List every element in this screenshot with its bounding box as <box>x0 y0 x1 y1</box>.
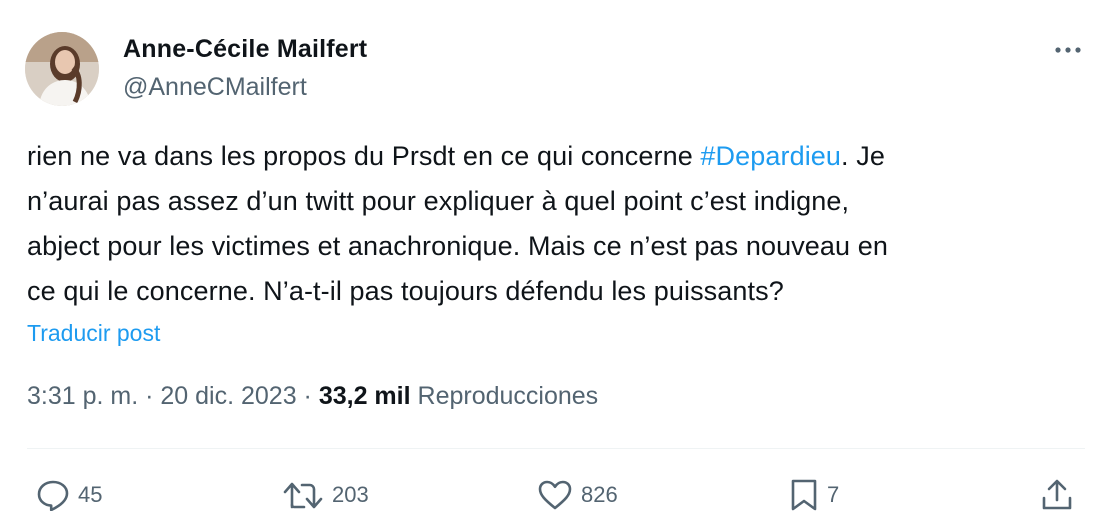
reply-button[interactable]: 45 <box>36 476 102 514</box>
tweet-date[interactable]: 20 dic. 2023 <box>160 382 296 410</box>
tweet-time[interactable]: 3:31 p. m. <box>27 382 138 410</box>
like-count: 826 <box>581 482 618 507</box>
avatar-image <box>25 32 99 106</box>
like-button[interactable]: 826 <box>537 476 618 514</box>
tweet-text: rien ne va dans les propos du Prsdt en c… <box>27 134 1087 314</box>
views-label: Reproducciones <box>417 382 599 410</box>
hashtag-link[interactable]: #Depardieu <box>700 141 841 171</box>
more-options-button[interactable] <box>1048 36 1088 64</box>
repost-button[interactable]: 203 <box>282 476 369 514</box>
more-dots-icon <box>1055 47 1081 53</box>
tweet-line: abject pour les victimes et anachronique… <box>27 231 888 261</box>
share-icon <box>1040 478 1074 512</box>
bookmark-icon <box>789 478 819 512</box>
meta-separator: · <box>296 382 319 410</box>
bookmark-button[interactable]: 7 <box>789 476 839 514</box>
tweet-line: rien ne va dans les propos du Prsdt en c… <box>27 134 1087 179</box>
author-handle[interactable]: @AnneCMailfert <box>123 73 307 102</box>
reply-count: 45 <box>78 482 103 507</box>
meta-separator: · <box>138 382 161 410</box>
repost-count: 203 <box>332 482 369 507</box>
bookmark-count: 7 <box>827 482 840 507</box>
tweet-meta: 3:31 p. m. · 20 dic. 2023 · 33,2 mil Rep… <box>27 382 598 411</box>
tweet-text-segment: rien ne va dans les propos du Prsdt en c… <box>27 141 701 171</box>
reply-icon <box>36 479 70 511</box>
heart-icon <box>537 479 573 511</box>
tweet-line: ce qui le concerne. N’a-t-il pas toujour… <box>27 276 784 306</box>
author-name[interactable]: Anne-Cécile Mailfert <box>123 35 367 64</box>
translate-post-link[interactable]: Traducir post <box>27 320 160 347</box>
divider <box>27 448 1085 449</box>
repost-icon <box>282 479 324 511</box>
tweet-text-segment: . Je <box>841 141 885 171</box>
avatar[interactable] <box>25 32 99 106</box>
tweet-card: Anne-Cécile Mailfert @AnneCMailfert rien… <box>0 0 1120 530</box>
views-count: 33,2 mil <box>318 382 411 410</box>
tweet-line: n’aurai pas assez d’un twitt pour expliq… <box>27 186 850 216</box>
share-button[interactable] <box>1040 476 1074 514</box>
